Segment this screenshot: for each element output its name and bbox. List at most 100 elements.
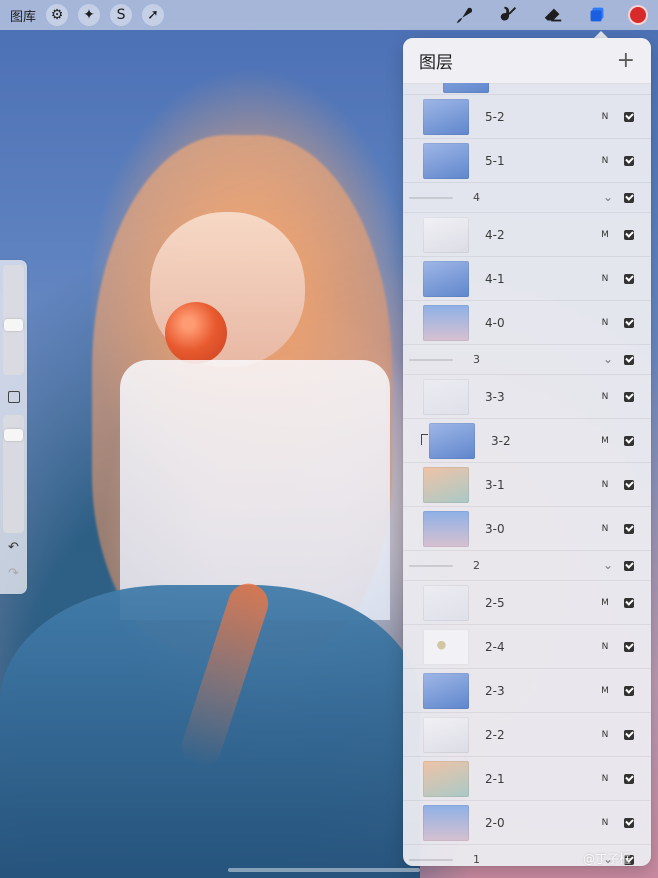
- visibility-checkbox[interactable]: [624, 773, 634, 784]
- transform-arrow-icon[interactable]: ➚: [142, 4, 165, 26]
- selection-glyph: S: [116, 7, 126, 23]
- layer-name: 3-2: [491, 433, 511, 448]
- layer-row[interactable]: 5-2 N: [403, 95, 651, 139]
- layer-row[interactable]: 3-2 M: [403, 419, 651, 463]
- blend-mode-label[interactable]: M: [596, 436, 614, 446]
- layer-row[interactable]: 4-1 N: [403, 257, 651, 301]
- group-name: 4: [473, 191, 480, 204]
- magic-wand-icon[interactable]: ✦: [78, 4, 101, 26]
- layer-thumbnail: [423, 584, 469, 621]
- layer-row[interactable]: 2-0 N: [403, 801, 651, 845]
- layer-row[interactable]: 2-5 M: [403, 581, 651, 625]
- blend-mode-label[interactable]: M: [596, 230, 614, 240]
- smudge-icon[interactable]: [496, 2, 522, 28]
- layer-row[interactable]: 2-1 N: [403, 757, 651, 801]
- layer-name: 2-3: [485, 683, 505, 698]
- visibility-checkbox[interactable]: [624, 641, 634, 652]
- layer-row[interactable]: 2-2 N: [403, 713, 651, 757]
- modify-button[interactable]: [8, 391, 20, 403]
- layer-row[interactable]: 3-1 N: [403, 463, 651, 507]
- visibility-checkbox[interactable]: [624, 523, 634, 534]
- visibility-checkbox[interactable]: [624, 817, 634, 828]
- chevron-down-icon[interactable]: ⌄: [602, 352, 614, 366]
- selection-s-icon[interactable]: S: [110, 4, 133, 26]
- visibility-checkbox[interactable]: [624, 685, 634, 696]
- layer-name: 4-0: [485, 315, 505, 330]
- layer-name: 3-1: [485, 477, 505, 492]
- group-row[interactable]: 4 ⌄: [403, 183, 651, 213]
- blend-mode-label[interactable]: M: [596, 598, 614, 608]
- blend-mode-label[interactable]: N: [596, 112, 614, 122]
- blend-mode-label[interactable]: N: [596, 392, 614, 402]
- layer-row[interactable]: 4-0 N: [403, 301, 651, 345]
- blend-mode-label[interactable]: N: [596, 774, 614, 784]
- layer-name: 4-2: [485, 227, 505, 242]
- blend-mode-label[interactable]: N: [596, 156, 614, 166]
- layer-row[interactable]: 3-3 N: [403, 375, 651, 419]
- visibility-checkbox[interactable]: [624, 317, 634, 328]
- visibility-checkbox[interactable]: [624, 155, 634, 166]
- opacity-slider[interactable]: [3, 415, 24, 533]
- redo-icon[interactable]: ↷: [0, 566, 27, 581]
- visibility-checkbox[interactable]: [624, 111, 634, 122]
- layer-name: 2-1: [485, 771, 505, 786]
- brush-size-slider[interactable]: [3, 265, 24, 375]
- visibility-checkbox[interactable]: [624, 354, 634, 365]
- layers-title: 图层: [419, 53, 453, 73]
- layer-thumbnail: [423, 760, 469, 797]
- undo-icon[interactable]: ↶: [0, 540, 27, 555]
- wrench-icon[interactable]: ⚙: [46, 4, 69, 26]
- layers-icon[interactable]: [584, 2, 610, 28]
- layer-thumbnail: [423, 98, 469, 135]
- visibility-checkbox[interactable]: [624, 273, 634, 284]
- visibility-checkbox[interactable]: [624, 729, 634, 740]
- layer-row[interactable]: 3-0 N: [403, 507, 651, 551]
- layers-list: 5-2 N 5-1 N 4 ⌄ 4-2 M 4-1 N 4-0 N 3 ⌄ 3-3 N 3-2 M 3-1 N 3-0 N…: [403, 83, 651, 866]
- magic-wand-glyph: ✦: [83, 7, 95, 23]
- layer-row-partial[interactable]: [403, 83, 651, 95]
- chevron-down-icon[interactable]: ⌄: [602, 558, 614, 572]
- add-layer-button[interactable]: +: [617, 49, 635, 72]
- visibility-checkbox[interactable]: [624, 597, 634, 608]
- layer-name: 3-3: [485, 389, 505, 404]
- visibility-checkbox[interactable]: [624, 479, 634, 490]
- chevron-down-icon[interactable]: ⌄: [602, 190, 614, 204]
- layer-name: 5-1: [485, 153, 505, 168]
- visibility-checkbox[interactable]: [624, 192, 634, 203]
- blend-mode-label[interactable]: N: [596, 318, 614, 328]
- layer-thumbnail: [423, 304, 469, 341]
- visibility-checkbox[interactable]: [624, 560, 634, 571]
- group-row[interactable]: 2 ⌄: [403, 551, 651, 581]
- eraser-icon[interactable]: [540, 2, 566, 28]
- layer-row[interactable]: 4-2 M: [403, 213, 651, 257]
- layer-thumbnail: [423, 378, 469, 415]
- opacity-knob[interactable]: [4, 429, 23, 441]
- artwork-dress: [120, 360, 390, 620]
- layer-row[interactable]: 2-3 M: [403, 669, 651, 713]
- blend-mode-label[interactable]: M: [596, 686, 614, 696]
- smudge-svg: [500, 6, 517, 21]
- group-name: 1: [473, 853, 480, 866]
- brush-size-knob[interactable]: [4, 319, 23, 331]
- layer-row[interactable]: 2-4 N: [403, 625, 651, 669]
- blend-mode-label[interactable]: N: [596, 274, 614, 284]
- color-swatch[interactable]: [628, 5, 648, 25]
- visibility-checkbox[interactable]: [624, 391, 634, 402]
- top-toolbar: 图库 ⚙ ✦ S ➚: [0, 0, 658, 30]
- blend-mode-label[interactable]: N: [596, 480, 614, 490]
- layer-name: 5-2: [485, 109, 505, 124]
- blend-mode-label[interactable]: N: [596, 730, 614, 740]
- layer-thumbnail: [423, 672, 469, 709]
- blend-mode-label[interactable]: N: [596, 818, 614, 828]
- group-row[interactable]: 3 ⌄: [403, 345, 651, 375]
- blend-mode-label[interactable]: N: [596, 524, 614, 534]
- layers-panel: 图层 + 5-2 N 5-1 N 4 ⌄ 4-2 M 4-1 N 4-0 N 3 ⌄ 3-3 N 3-2 M 3-1…: [403, 38, 651, 866]
- group-name: 3: [473, 353, 480, 366]
- layer-name: 3-0: [485, 521, 505, 536]
- visibility-checkbox[interactable]: [624, 229, 634, 240]
- brush-icon[interactable]: [452, 2, 478, 28]
- visibility-checkbox[interactable]: [624, 435, 634, 446]
- blend-mode-label[interactable]: N: [596, 642, 614, 652]
- gallery-button[interactable]: 图库: [10, 6, 36, 25]
- layer-row[interactable]: 5-1 N: [403, 139, 651, 183]
